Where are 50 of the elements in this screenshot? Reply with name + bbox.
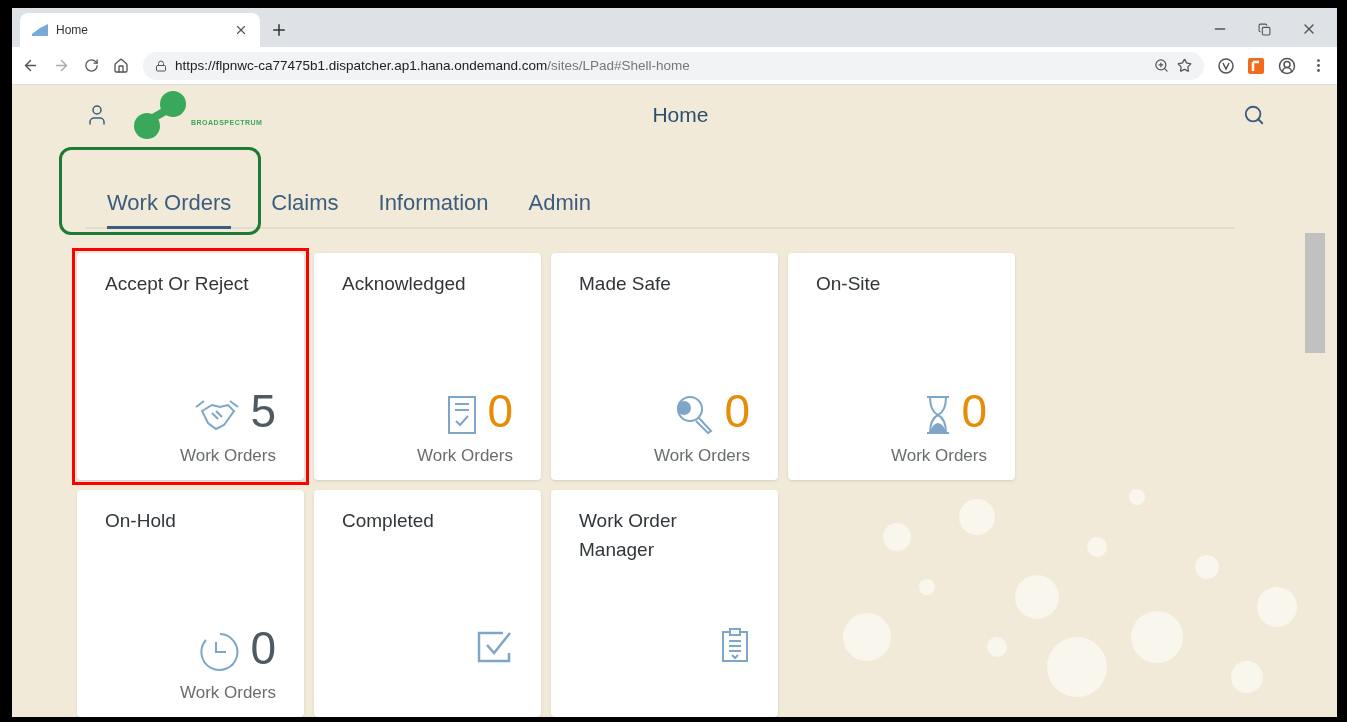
- tile-title: Acknowledged: [342, 272, 467, 296]
- search-icon[interactable]: [1243, 104, 1265, 126]
- tab[interactable]: Work Orders: [107, 167, 232, 229]
- hourglass-icon: [925, 394, 952, 435]
- profile-icon[interactable]: [1278, 56, 1296, 75]
- reload-icon[interactable]: [84, 58, 99, 74]
- clipboard-icon: [720, 627, 750, 663]
- document-check-icon: [447, 394, 478, 435]
- tile-title: Made Safe: [579, 272, 672, 296]
- tile[interactable]: Completed: [314, 490, 541, 717]
- extension-icon[interactable]: [1218, 57, 1234, 74]
- tile[interactable]: On-Site 0 Work Orders: [788, 253, 1015, 480]
- checkbox-icon: [477, 629, 513, 663]
- tile-count: 0: [724, 386, 750, 435]
- tab[interactable]: Admin: [528, 167, 591, 229]
- page-title: Home: [652, 102, 709, 129]
- tile[interactable]: Accept Or Reject 5 Work Orders: [77, 253, 304, 480]
- tile[interactable]: Acknowledged 0 Work Orders: [314, 253, 541, 480]
- tile-count: 5: [250, 386, 276, 435]
- tile-footer: Work Orders: [179, 442, 276, 468]
- url-text: https://flpnwc-ca77475b1.dispatcher.ap1.hana.ondemand.com/sites/LPad#Shell-home: [175, 56, 690, 75]
- page-icon: [32, 24, 48, 37]
- tile-title: On-Hold: [105, 509, 177, 533]
- tile-footer: Work Orders: [653, 442, 750, 468]
- logo-icon: [131, 90, 189, 140]
- tile-count: 0: [487, 386, 513, 435]
- tile-footer: Work Orders: [179, 679, 276, 705]
- tile-title: Accept Or Reject: [105, 272, 250, 296]
- home-icon[interactable]: [113, 57, 129, 74]
- tile[interactable]: Made Safe 0 Work Orders: [551, 253, 778, 480]
- tab[interactable]: Information: [378, 167, 489, 229]
- tile[interactable]: On-Hold 0 Work Orders: [77, 490, 304, 717]
- lock-icon: [155, 59, 167, 72]
- clock-icon: [200, 631, 241, 672]
- tab[interactable]: Claims: [271, 167, 339, 229]
- zoom-icon[interactable]: [1154, 58, 1169, 74]
- tile-title: Completed: [342, 509, 435, 533]
- tile-title: Work Order Manager: [579, 509, 678, 562]
- tile-footer: Work Orders: [890, 442, 987, 468]
- browser-tab[interactable]: Home: [20, 13, 260, 48]
- tile-title: On-Site: [816, 272, 882, 296]
- address-bar[interactable]: https://flpnwc-ca77475b1.dispatcher.ap1.hana.ondemand.com/sites/LPad#Shell-home: [143, 51, 1204, 80]
- tile-count: 0: [961, 386, 987, 435]
- bookmark-star-icon[interactable]: [1177, 58, 1192, 74]
- tile-footer: Work Orders: [416, 442, 513, 468]
- extension-icon[interactable]: [1248, 57, 1264, 74]
- tab-title: Home: [56, 22, 89, 40]
- restore-icon[interactable]: [1258, 23, 1271, 36]
- tile-count: 0: [250, 623, 276, 672]
- tile[interactable]: Work Order Manager: [551, 490, 778, 717]
